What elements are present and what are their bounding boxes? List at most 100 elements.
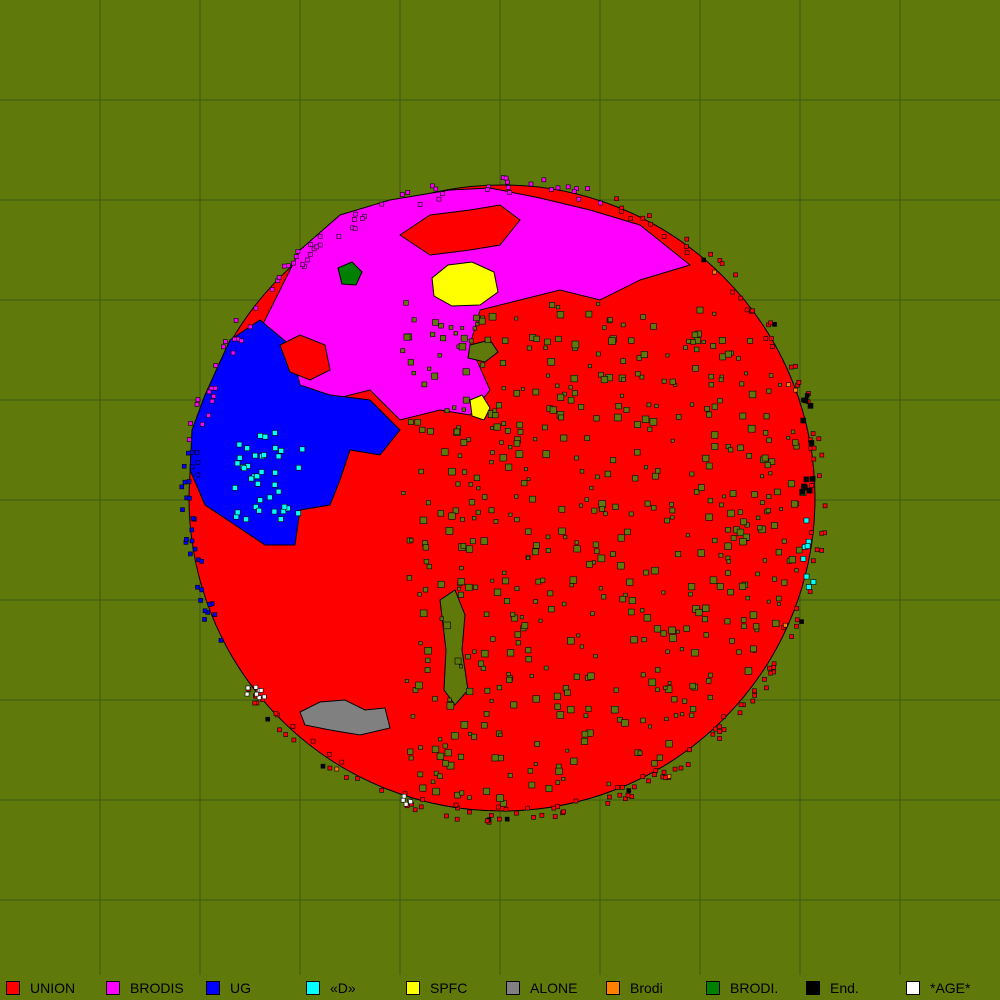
- map-cell: [721, 714, 726, 720]
- map-cell: [484, 187, 490, 192]
- map-cell: [739, 412, 747, 420]
- map-cell: [806, 487, 813, 494]
- map-cell: [483, 711, 490, 717]
- map-cell: [476, 486, 481, 491]
- map-cell: [651, 505, 657, 511]
- map-cell: [653, 625, 662, 633]
- map-cell: [265, 716, 271, 722]
- map-cell: [248, 475, 255, 482]
- map-cell: [234, 460, 241, 467]
- map-cell: [688, 583, 696, 591]
- map-cell: [206, 389, 212, 395]
- map-cell: [598, 200, 603, 206]
- map-cell: [422, 544, 429, 551]
- map-cell: [466, 687, 474, 696]
- map-cell: [704, 406, 710, 412]
- map-cell: [762, 676, 767, 682]
- map-cell: [726, 559, 731, 564]
- map-cell: [791, 429, 796, 434]
- legend-swatch: [106, 981, 120, 995]
- map-cell: [615, 785, 620, 790]
- map-cell: [705, 513, 713, 521]
- map-cell: [320, 763, 326, 769]
- map-cell: [744, 307, 750, 313]
- map-cell: [601, 594, 607, 600]
- map-cell: [676, 629, 680, 634]
- map-cell: [256, 507, 262, 514]
- map-cell: [698, 484, 705, 491]
- map-cell: [663, 685, 668, 690]
- map-cell: [431, 745, 440, 753]
- map-cell: [753, 623, 760, 630]
- map-cell: [505, 185, 511, 190]
- map-cell: [770, 344, 775, 349]
- map-cell: [503, 175, 509, 181]
- legend-swatch: [906, 981, 920, 995]
- map-cell: [272, 445, 279, 451]
- map-cell: [199, 422, 205, 427]
- map-cell: [473, 314, 480, 322]
- map-cell: [778, 382, 782, 387]
- map-cell: [718, 377, 724, 383]
- map-cell: [630, 636, 638, 644]
- map-cell: [664, 517, 670, 524]
- map-cell: [409, 538, 414, 543]
- map-cell: [567, 396, 575, 404]
- map-cell: [750, 645, 757, 653]
- map-cell: [514, 810, 519, 816]
- map-cell: [717, 729, 722, 734]
- map-cell: [711, 403, 718, 410]
- map-cell: [652, 472, 659, 480]
- map-cell: [768, 471, 773, 476]
- map-cell: [724, 542, 732, 550]
- map-cell: [194, 402, 200, 407]
- map-cell: [809, 483, 814, 488]
- map-cell: [620, 393, 624, 398]
- map-cell: [565, 748, 570, 753]
- map-cell: [593, 415, 600, 422]
- legend-swatch: [606, 981, 620, 995]
- map-cell: [420, 797, 425, 802]
- map-cell: [689, 682, 696, 690]
- map-cell: [556, 711, 564, 719]
- map-cell: [529, 673, 534, 678]
- map-cell: [433, 186, 439, 192]
- map-cell: [444, 749, 452, 757]
- map-cell: [448, 467, 456, 476]
- map-cell: [661, 234, 667, 239]
- legend-swatch: [306, 981, 320, 995]
- map-cell: [244, 691, 250, 697]
- map-cell: [281, 503, 288, 510]
- map-cell: [453, 331, 458, 336]
- map-cell: [614, 413, 622, 422]
- map-cell: [232, 485, 238, 491]
- map-cell: [291, 737, 297, 743]
- map-cell: [763, 413, 770, 420]
- map-cell: [762, 558, 768, 563]
- map-cell: [555, 185, 561, 191]
- map-cell: [600, 375, 609, 384]
- map-cell: [809, 476, 816, 482]
- map-cell: [513, 440, 521, 447]
- map-cell: [468, 338, 474, 344]
- map-cell: [327, 765, 333, 771]
- map-cell: [520, 387, 525, 391]
- map-cell: [465, 545, 474, 553]
- map-cell: [243, 516, 249, 523]
- map-cell: [262, 433, 269, 440]
- map-cell: [708, 373, 714, 380]
- map-cell: [608, 337, 616, 345]
- map-cell: [750, 308, 755, 314]
- map-cell: [706, 411, 713, 418]
- map-cell: [295, 510, 302, 517]
- map-cell: [632, 784, 637, 790]
- map-cell: [683, 625, 690, 632]
- map-cell: [541, 177, 547, 183]
- map-cell: [596, 351, 601, 357]
- map-cell: [529, 495, 536, 503]
- map-cell: [453, 802, 459, 808]
- map-cell: [300, 262, 305, 268]
- map-cell: [462, 368, 470, 376]
- map-cell: [272, 430, 278, 436]
- map-cell: [634, 421, 641, 428]
